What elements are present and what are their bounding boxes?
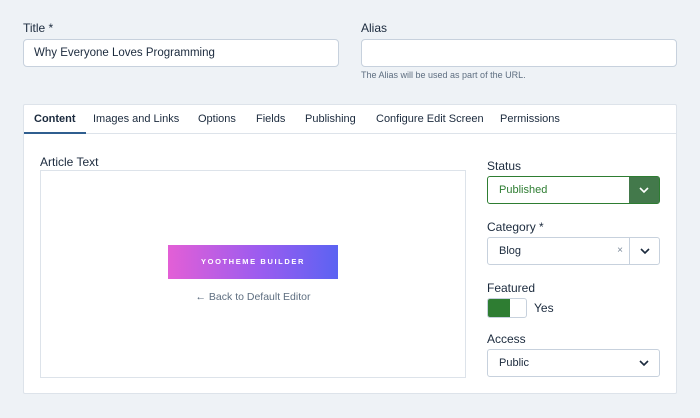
chevron-down-icon — [629, 350, 659, 376]
status-label: Status — [487, 159, 522, 173]
tab-options[interactable]: Options — [198, 105, 236, 134]
yootheme-builder-button[interactable]: YOOTHEME BUILDER — [168, 245, 338, 279]
featured-toggle[interactable] — [487, 298, 527, 318]
toggle-knob — [488, 299, 510, 317]
tab-bar: Content Images and Links Options Fields … — [24, 105, 676, 134]
featured-label: Featured — [487, 281, 536, 295]
category-value: Blog — [499, 245, 522, 257]
tab-permissions[interactable]: Permissions — [500, 105, 560, 134]
tab-images-and-links[interactable]: Images and Links — [93, 105, 179, 134]
tab-configure-edit-screen[interactable]: Configure Edit Screen — [376, 105, 484, 134]
access-value: Public — [499, 357, 529, 369]
status-value: Published — [499, 184, 548, 196]
tab-content[interactable]: Content — [24, 105, 86, 134]
featured-value-label: Yes — [534, 301, 554, 315]
access-select[interactable]: Public — [487, 349, 660, 377]
tab-publishing[interactable]: Publishing — [305, 105, 356, 134]
edit-panel: Content Images and Links Options Fields … — [23, 104, 677, 394]
clear-icon[interactable]: × — [617, 238, 623, 264]
title-label: Title * — [23, 21, 54, 35]
access-label: Access — [487, 332, 526, 346]
chevron-down-icon — [629, 177, 659, 203]
tab-fields[interactable]: Fields — [256, 105, 285, 134]
title-input[interactable]: Why Everyone Loves Programming — [23, 39, 339, 67]
category-label: Category * — [487, 220, 544, 234]
article-editor[interactable]: YOOTHEME BUILDER ← Back to Default Edito… — [40, 170, 466, 378]
status-select[interactable]: Published — [487, 176, 660, 204]
category-select[interactable]: Blog × — [487, 237, 660, 265]
alias-hint: The Alias will be used as part of the UR… — [361, 70, 526, 80]
chevron-down-icon — [629, 238, 659, 264]
article-text-label: Article Text — [40, 155, 99, 169]
alias-label: Alias — [361, 21, 388, 35]
back-to-default-editor-link[interactable]: ← Back to Default Editor — [168, 291, 338, 303]
alias-input[interactable] — [361, 39, 677, 67]
